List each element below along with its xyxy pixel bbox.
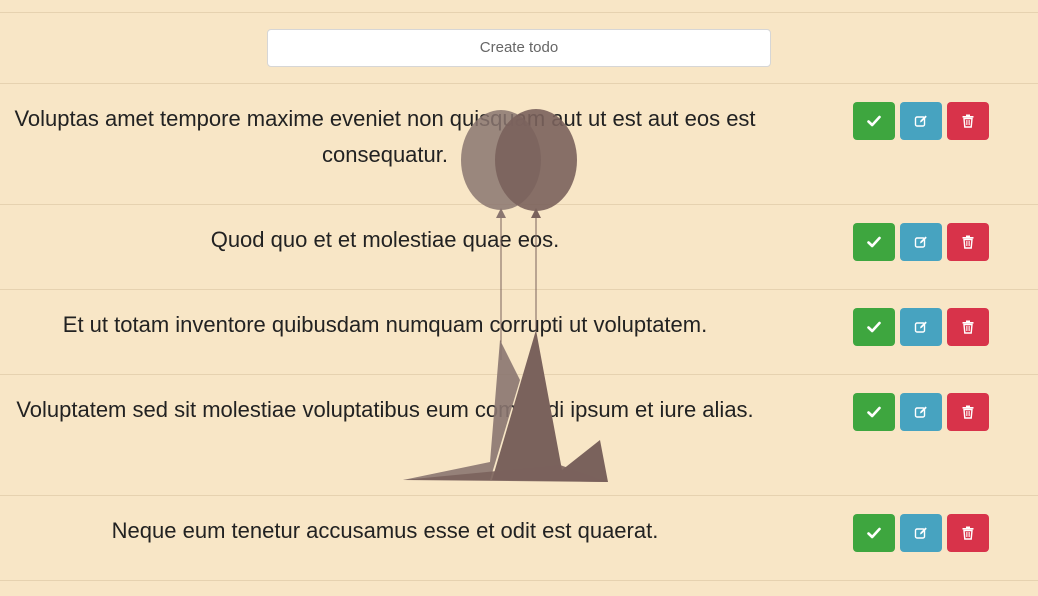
check-icon — [867, 406, 881, 418]
todo-actions — [853, 102, 989, 140]
delete-button[interactable] — [947, 223, 989, 261]
delete-button[interactable] — [947, 102, 989, 140]
divider — [0, 12, 1038, 13]
trash-icon — [962, 235, 974, 249]
complete-button[interactable] — [853, 308, 895, 346]
todo-actions — [853, 223, 989, 261]
create-todo-button[interactable]: Create todo — [267, 29, 771, 67]
edit-icon — [914, 114, 928, 128]
edit-button[interactable] — [900, 223, 942, 261]
complete-button[interactable] — [853, 223, 895, 261]
edit-icon — [914, 320, 928, 334]
divider — [0, 580, 1038, 581]
check-icon — [867, 236, 881, 248]
complete-button[interactable] — [853, 393, 895, 431]
todo-text: Voluptas amet tempore maxime eveniet non… — [14, 106, 756, 167]
complete-button[interactable] — [853, 102, 895, 140]
todo-text: Quod quo et et molestiae quae eos. — [210, 227, 560, 252]
check-icon — [867, 115, 881, 127]
todo-actions — [853, 393, 989, 431]
divider — [0, 83, 1038, 84]
todo-text: Neque eum tenetur accusamus esse et odit… — [111, 518, 659, 543]
delete-button[interactable] — [947, 514, 989, 552]
check-icon — [867, 527, 881, 539]
divider — [0, 495, 1038, 496]
todo-actions — [853, 308, 989, 346]
trash-icon — [962, 526, 974, 540]
edit-button[interactable] — [900, 393, 942, 431]
todo-page: Create todo Voluptas amet tempore maxime… — [0, 0, 1038, 596]
divider — [0, 204, 1038, 205]
check-icon — [867, 321, 881, 333]
divider — [0, 374, 1038, 375]
trash-icon — [962, 405, 974, 419]
complete-button[interactable] — [853, 514, 895, 552]
divider — [0, 289, 1038, 290]
trash-icon — [962, 114, 974, 128]
edit-icon — [914, 235, 928, 249]
delete-button[interactable] — [947, 393, 989, 431]
todo-text: Et ut totam inventore quibusdam numquam … — [62, 312, 708, 337]
todo-actions — [853, 514, 989, 552]
edit-button[interactable] — [900, 102, 942, 140]
delete-button[interactable] — [947, 308, 989, 346]
todo-text: Voluptatem sed sit molestiae voluptatibu… — [16, 397, 754, 422]
edit-button[interactable] — [900, 308, 942, 346]
edit-button[interactable] — [900, 514, 942, 552]
edit-icon — [914, 405, 928, 419]
edit-icon — [914, 526, 928, 540]
balloon-bird-illustration — [403, 109, 608, 482]
trash-icon — [962, 320, 974, 334]
